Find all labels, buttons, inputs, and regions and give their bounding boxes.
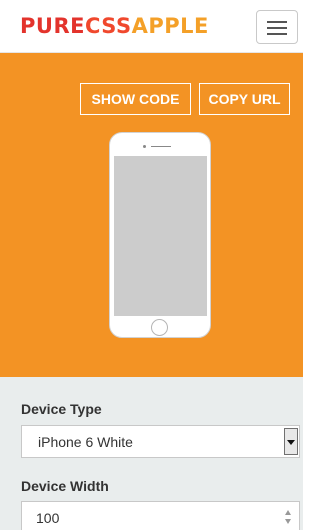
copy-url-button[interactable]: COPY URL: [199, 83, 290, 115]
chevron-down-icon[interactable]: [284, 428, 298, 455]
phone-speaker: [151, 146, 171, 147]
phone-camera: [143, 145, 146, 148]
hamburger-menu-icon: [267, 21, 287, 23]
logo-part-apple: APPLE: [131, 14, 209, 38]
device-type-label: Device Type: [21, 401, 102, 417]
phone-home-button: [151, 319, 168, 336]
device-type-value: iPhone 6 White: [38, 434, 133, 450]
device-width-input[interactable]: 100: [21, 501, 300, 530]
menu-toggle-button[interactable]: [256, 10, 298, 44]
hamburger-menu-icon: [267, 33, 287, 35]
settings-panel: Device Type iPhone 6 White Device Width …: [0, 377, 303, 530]
increment-arrow-icon[interactable]: [285, 510, 291, 515]
iphone-preview: [109, 132, 211, 338]
device-width-value: 100: [36, 510, 60, 526]
logo[interactable]: PURECSSAPPLE: [20, 12, 209, 40]
hamburger-menu-icon: [267, 27, 287, 29]
phone-screen: [114, 156, 207, 316]
show-code-button[interactable]: SHOW CODE: [80, 83, 191, 115]
decrement-arrow-icon[interactable]: [285, 519, 291, 524]
header: PURECSSAPPLE: [0, 0, 303, 53]
logo-part-css: CSS: [84, 14, 132, 38]
device-width-label: Device Width: [21, 478, 109, 494]
number-spinner[interactable]: [284, 510, 293, 527]
preview-area: SHOW CODE COPY URL: [0, 53, 303, 377]
device-type-select[interactable]: iPhone 6 White: [21, 425, 300, 458]
logo-part-pure: PURE: [20, 14, 85, 38]
